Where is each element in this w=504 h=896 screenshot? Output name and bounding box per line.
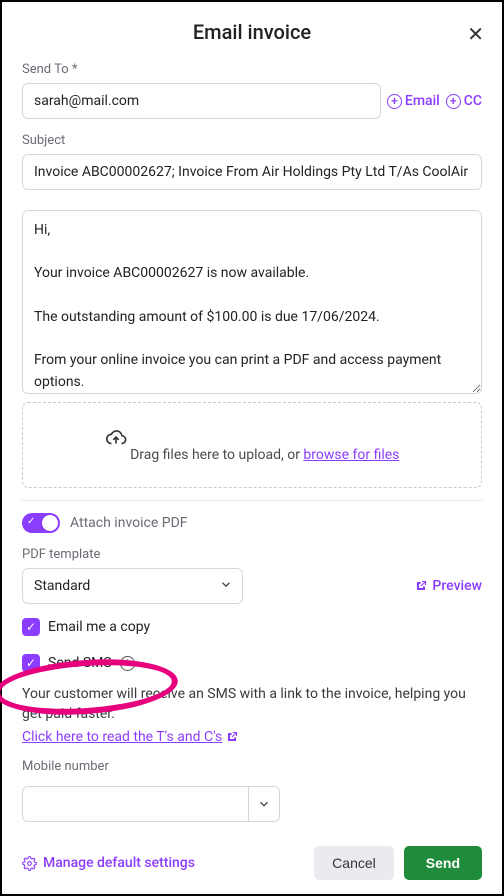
send-to-section: Send To * + Email + CC [22,62,482,119]
modal-footer: Manage default settings Cancel Send [22,836,482,880]
mobile-label: Mobile number [22,759,482,774]
terms-link-label: Click here to read the T's and C's [22,729,222,745]
add-email-button[interactable]: + Email [387,93,440,109]
mobile-dropdown-button[interactable] [248,786,279,822]
info-icon[interactable]: i [120,656,135,671]
send-sms-checkbox[interactable]: ✓ [22,654,40,672]
modal-title: Email invoice [22,20,482,44]
external-link-icon [415,580,427,592]
add-email-label: Email [405,93,440,109]
email-invoice-modal: Email invoice ✕ Send To * + Email + CC S… [2,2,502,894]
send-sms-row: ✓ Send SMS i [22,654,482,672]
chevron-down-icon [257,797,271,811]
mobile-row [22,786,482,822]
plus-icon: + [446,94,461,109]
cloud-upload-icon [105,427,127,449]
preview-label: Preview [432,578,482,594]
attach-pdf-label: Attach invoice PDF [70,515,188,531]
gear-icon [22,856,37,871]
dropzone-text: Drag files here to upload, or [130,447,303,463]
send-button[interactable]: Send [404,846,482,880]
browse-files-link[interactable]: browse for files [303,447,399,463]
pdf-template-label: PDF template [22,547,482,562]
modal-header: Email invoice ✕ [22,20,482,44]
email-copy-label: Email me a copy [48,619,150,635]
divider [22,500,482,501]
attach-pdf-row: ✓ Attach invoice PDF [22,513,482,533]
preview-link[interactable]: Preview [415,578,482,604]
check-icon: ✓ [27,516,35,527]
send-to-input[interactable] [22,83,381,119]
message-body-textarea[interactable] [22,210,482,394]
email-copy-row: ✓ Email me a copy [22,618,482,636]
send-to-label: Send To * [22,62,482,77]
email-copy-checkbox[interactable]: ✓ [22,618,40,636]
subject-section: Subject [22,133,482,190]
send-sms-description: Your customer will receive an SMS with a… [22,684,482,725]
external-link-icon [226,731,238,743]
attach-pdf-toggle[interactable]: ✓ [22,513,60,533]
manage-settings-link[interactable]: Manage default settings [22,855,195,871]
add-cc-button[interactable]: + CC [446,93,482,109]
pdf-template-select[interactable] [22,568,243,604]
mobile-input[interactable] [22,786,248,822]
send-sms-label: Send SMS [48,655,112,671]
subject-label: Subject [22,133,482,148]
add-cc-label: CC [464,93,482,109]
pdf-template-row: Preview [22,568,482,604]
toggle-knob [42,515,58,531]
subject-input[interactable] [22,154,482,190]
manage-settings-label: Manage default settings [43,855,195,871]
attachment-dropzone[interactable]: Drag files here to upload, or browse for… [22,402,482,488]
close-button[interactable]: ✕ [467,22,484,47]
cancel-button[interactable]: Cancel [314,846,394,880]
terms-link[interactable]: Click here to read the T's and C's [22,729,482,745]
plus-icon: + [387,94,402,109]
